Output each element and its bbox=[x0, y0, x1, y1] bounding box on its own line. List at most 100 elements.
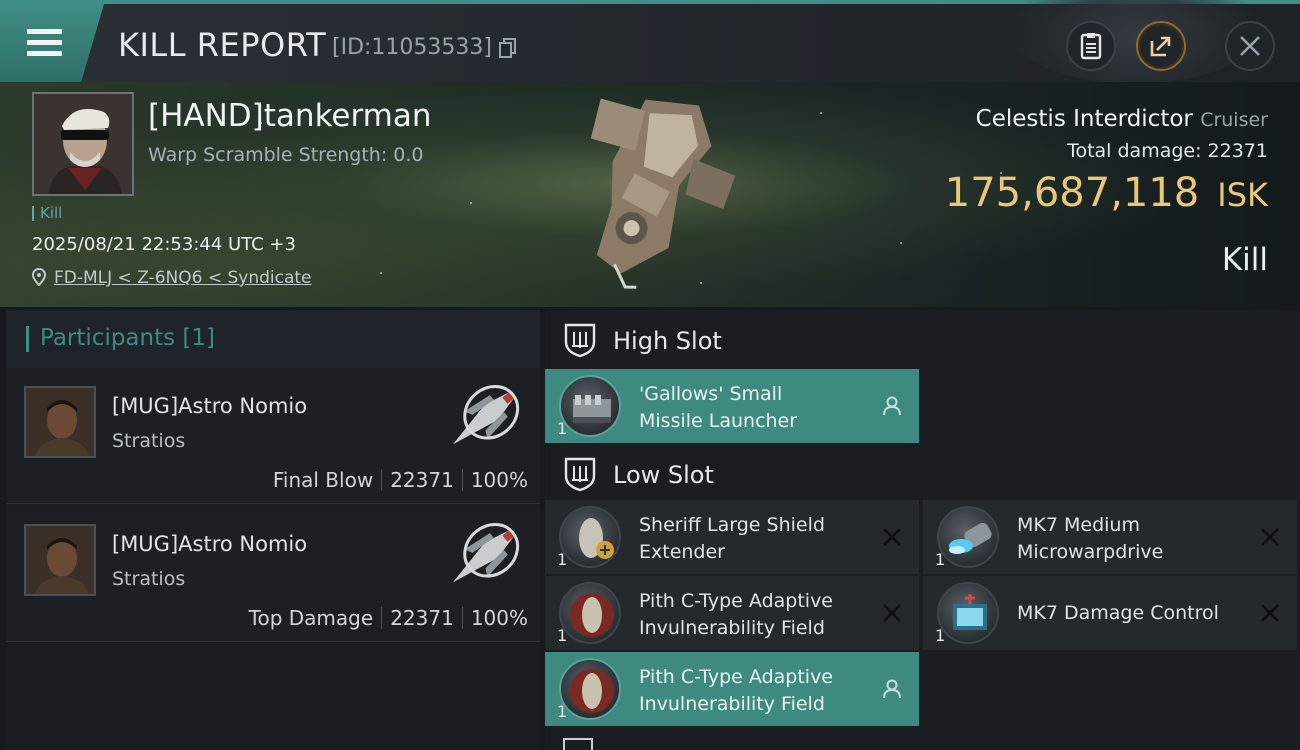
module-quantity: 1 bbox=[557, 419, 568, 438]
participant-stats: Top Damage 22371 100% bbox=[249, 606, 528, 630]
module-name-line: Extender bbox=[639, 541, 725, 563]
module-name: Pith C-Type Adaptive Invulnerability Fiel… bbox=[639, 588, 869, 642]
participants-header[interactable]: Participants [1] bbox=[6, 310, 540, 368]
close-button[interactable] bbox=[1225, 21, 1275, 71]
ship-render bbox=[590, 98, 736, 289]
participant-ship: Stratios bbox=[112, 430, 186, 452]
divider bbox=[381, 607, 383, 629]
isk-unit: ISK bbox=[1217, 176, 1268, 214]
isk-value: 175,687,118 ISK bbox=[945, 170, 1268, 216]
module-name-line: Missile Launcher bbox=[639, 410, 798, 432]
module-name: MK7 Medium Microwarpdrive bbox=[1017, 512, 1247, 566]
module-item[interactable]: 1 Pith C-Type Adaptive Invulnerability Fi… bbox=[545, 576, 919, 650]
module-quantity: 1 bbox=[557, 702, 568, 721]
participant-role: Final Blow bbox=[272, 468, 374, 492]
module-name-line: Invulnerability Field bbox=[639, 693, 825, 715]
module-name-line: Pith C-Type Adaptive bbox=[639, 666, 833, 688]
high-slot-label: High Slot bbox=[613, 327, 722, 355]
destroyed-x-icon bbox=[883, 604, 901, 622]
warp-scramble-strength: Warp Scramble Strength: 0.0 bbox=[148, 144, 424, 166]
module-name: Pith C-Type Adaptive Invulnerability Fiel… bbox=[639, 664, 869, 718]
high-slot-icon bbox=[564, 323, 596, 358]
divider bbox=[381, 469, 383, 491]
module-quantity: 1 bbox=[557, 550, 568, 569]
participant-row[interactable]: [MUG]Astro Nomio Stratios Final Blow 2237… bbox=[6, 368, 540, 504]
victim-name[interactable]: [HAND]tankerman bbox=[148, 98, 432, 134]
copy-icon[interactable] bbox=[499, 38, 517, 58]
next-slot-header-partial bbox=[563, 738, 593, 750]
low-slot-icon bbox=[564, 457, 596, 492]
module-name: Sheriff Large Shield Extender bbox=[639, 512, 869, 566]
kill-tag: Kill bbox=[32, 206, 62, 221]
high-slot-header: High Slot bbox=[545, 310, 1300, 370]
module-quantity: 1 bbox=[557, 626, 568, 645]
module-name: MK7 Damage Control bbox=[1017, 600, 1247, 627]
menu-button[interactable] bbox=[0, 4, 104, 82]
divider bbox=[461, 607, 463, 629]
victim-banner: [HAND]tankerman Warp Scramble Strength: … bbox=[0, 82, 1300, 307]
invulnerability-field-icon bbox=[559, 658, 621, 720]
damage-control-icon bbox=[937, 582, 999, 644]
participant-ship: Stratios bbox=[112, 568, 186, 590]
participant-row[interactable]: [MUG]Astro Nomio Stratios Top Damage 2237… bbox=[6, 506, 540, 642]
module-quantity: 1 bbox=[935, 550, 946, 569]
module-item[interactable]: 1 MK7 Damage Control bbox=[923, 576, 1297, 650]
module-name: 'Gallows' Small Missile Launcher bbox=[639, 381, 869, 435]
destroyed-x-icon bbox=[883, 528, 901, 546]
share-button[interactable] bbox=[1136, 21, 1186, 71]
isk-amount: 175,687,118 bbox=[944, 170, 1200, 216]
participant-name: [MUG]Astro Nomio bbox=[112, 532, 308, 556]
divider bbox=[461, 469, 463, 491]
result-label: Kill bbox=[1221, 242, 1268, 278]
participants-title: Participants [1] bbox=[40, 325, 215, 351]
close-icon bbox=[1240, 36, 1260, 56]
invulnerability-field-icon bbox=[559, 582, 621, 644]
participant-name: [MUG]Astro Nomio bbox=[112, 394, 308, 418]
low-slot-header: Low Slot bbox=[545, 444, 1300, 504]
share-icon bbox=[1150, 36, 1171, 57]
module-name-line: Microwarpdrive bbox=[1017, 541, 1164, 563]
module-name-line: Sheriff Large Shield bbox=[639, 514, 825, 536]
ship-name[interactable]: Celestis Interdictor Cruiser bbox=[976, 106, 1268, 132]
shield-extender-icon bbox=[559, 506, 621, 568]
clipboard-button[interactable] bbox=[1066, 21, 1116, 71]
destroyed-x-icon bbox=[1261, 604, 1279, 622]
participant-ship-icon bbox=[452, 523, 520, 583]
menu-icon bbox=[27, 40, 62, 45]
total-damage-value: 22371 bbox=[1207, 140, 1268, 162]
total-damage-label: Total damage: bbox=[1067, 140, 1202, 162]
kill-timestamp: 2025/08/21 22:53:44 UTC +3 bbox=[32, 234, 296, 255]
clipboard-icon bbox=[1080, 33, 1102, 60]
page-title: KILL REPORT bbox=[118, 26, 327, 64]
participant-role: Top Damage bbox=[248, 606, 374, 630]
module-name-line: 'Gallows' Small bbox=[639, 383, 783, 405]
module-name-line: Pith C-Type Adaptive bbox=[639, 590, 833, 612]
microwarpdrive-icon bbox=[937, 506, 999, 568]
module-item[interactable]: 1 MK7 Medium Microwarpdrive bbox=[923, 500, 1297, 574]
location-pin-icon bbox=[32, 268, 46, 286]
module-name-line: MK7 Medium bbox=[1017, 514, 1140, 536]
ship-class: Cruiser bbox=[1200, 109, 1268, 131]
module-item[interactable]: 1 Pith C-Type Adaptive Invulnerability Fi… bbox=[545, 652, 919, 726]
victim-avatar[interactable] bbox=[32, 92, 134, 196]
participant-percent: 100% bbox=[470, 606, 528, 630]
participants-panel: Participants [1] [MUG]Astro Nomio Strati… bbox=[6, 310, 540, 750]
participant-percent: 100% bbox=[470, 468, 528, 492]
participant-avatar bbox=[24, 386, 96, 458]
location-link[interactable]: FD-MLJ < Z-6NQ6 < Syndicate bbox=[54, 268, 312, 288]
module-quantity: 1 bbox=[935, 626, 946, 645]
destroyed-x-icon bbox=[1261, 528, 1279, 546]
participant-damage: 22371 bbox=[390, 468, 454, 492]
module-item[interactable]: 1 Sheriff Large Shield Extender bbox=[545, 500, 919, 574]
module-name-line: MK7 Damage Control bbox=[1017, 602, 1219, 624]
kill-id: [ID:11053533] bbox=[332, 35, 492, 60]
low-slot-label: Low Slot bbox=[613, 461, 714, 489]
participant-avatar bbox=[24, 524, 96, 596]
missile-launcher-icon bbox=[559, 375, 621, 437]
fitted-person-icon bbox=[883, 679, 901, 699]
participant-damage: 22371 bbox=[390, 606, 454, 630]
module-item[interactable]: 1 'Gallows' Small Missile Launcher bbox=[545, 369, 919, 443]
menu-icon bbox=[27, 51, 62, 56]
participant-stats: Final Blow 22371 100% bbox=[273, 468, 528, 492]
total-damage: Total damage: 22371 bbox=[1067, 140, 1268, 162]
